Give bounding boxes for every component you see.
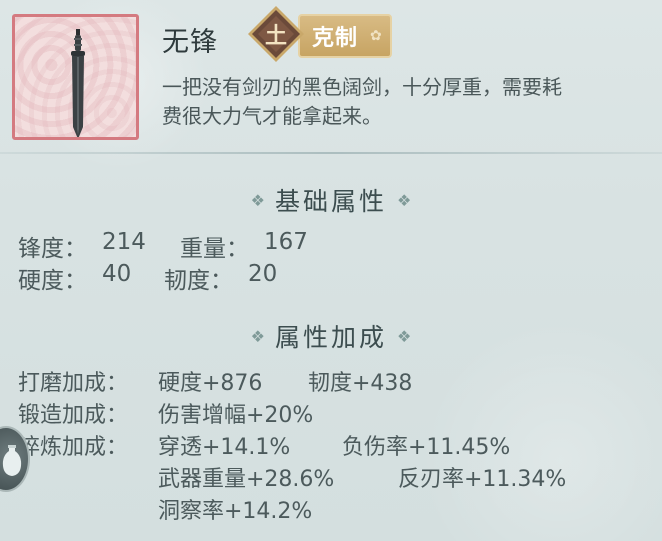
description-line: 一把没有剑刃的黑色阔剑，十分厚重，需要耗 xyxy=(162,75,562,99)
stat-sharpness-label: 锋度： xyxy=(18,236,87,262)
stat-weight-value: 167 xyxy=(264,229,308,255)
bonus-value: 反刃率+11.34% xyxy=(398,467,567,492)
diamond-ornament-icon: ❖ xyxy=(397,326,412,346)
stat-hardness-label: 硬度： xyxy=(18,268,87,294)
counter-badge[interactable]: 克制 ✿ xyxy=(298,14,392,58)
item-name: 无锋 xyxy=(162,27,218,58)
earth-element-icon[interactable]: 土 xyxy=(246,4,306,64)
stat-toughness-label: 韧度： xyxy=(164,268,233,294)
diamond-ornament-icon: ❖ xyxy=(250,190,265,210)
bonus-value: 武器重量+28.6% xyxy=(158,467,335,492)
diamond-ornament-icon: ❖ xyxy=(250,326,265,346)
bonus-label: 锻造加成： xyxy=(18,403,129,428)
stat-hardness-value: 40 xyxy=(102,261,132,287)
description-line: 费很大力气才能拿起来。 xyxy=(162,104,382,128)
bonus-value: 硬度+876 xyxy=(158,371,263,396)
basic-stats-title: ❖ 基础属性 ❖ xyxy=(0,182,662,218)
header-divider xyxy=(0,152,662,154)
bonus-value: 洞察率+14.2% xyxy=(158,499,313,524)
bonus-stats-title: ❖ 属性加成 ❖ xyxy=(0,318,662,354)
bonus-value: 韧度+438 xyxy=(308,371,413,396)
bonus-label: 淬炼加成： xyxy=(18,435,129,460)
stat-sharpness-value: 214 xyxy=(102,229,146,255)
element-char: 土 xyxy=(264,24,287,49)
section-title-text: 基础属性 xyxy=(274,187,387,216)
stat-toughness-value: 20 xyxy=(248,261,278,287)
stat-weight-label: 重量： xyxy=(180,236,249,262)
item-description: 一把没有剑刃的黑色阔剑，十分厚重，需要耗 费很大力气才能拿起来。 xyxy=(162,73,662,131)
item-icon-frame[interactable] xyxy=(12,14,139,140)
diamond-ornament-icon: ❖ xyxy=(397,190,412,210)
ornament-dot-icon: ✿ xyxy=(370,28,383,44)
bonus-value: 穿透+14.1% xyxy=(158,435,291,460)
vase-icon xyxy=(2,445,22,476)
black-broadsword-icon xyxy=(71,29,85,137)
bonus-label: 打磨加成： xyxy=(18,371,129,396)
bonus-value: 伤害增幅+20% xyxy=(158,403,314,428)
section-title-text: 属性加成 xyxy=(274,323,387,352)
counter-label: 克制 xyxy=(312,26,359,51)
bonus-value: 负伤率+11.45% xyxy=(342,435,511,460)
